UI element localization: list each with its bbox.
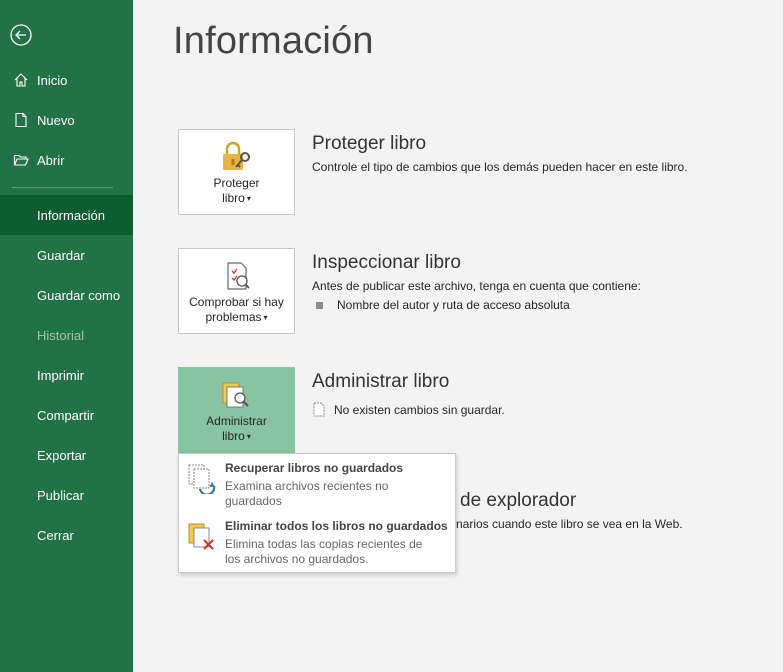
chevron-down-icon: ▾ [246,432,251,442]
nav-exportar[interactable]: Exportar [0,435,133,475]
open-folder-icon [12,151,30,169]
recover-unsaved-title: Recuperar libros no guardados [225,461,404,475]
nav-nuevo[interactable]: Nuevo [0,100,133,140]
delete-unsaved-title: Eliminar todos los libros no guardados [225,519,448,533]
protect-section-desc: Controle el tipo de cambios que los demá… [312,160,688,174]
protect-section-title: Proteger libro [312,133,427,154]
manage-workbook-icon [217,378,257,412]
nav-informacion[interactable]: Información [0,195,133,235]
check-issues-label: Comprobar si hay problemas ▾ [189,295,284,324]
page-title: Información [173,20,374,62]
new-document-icon [12,111,30,129]
nav-cerrar[interactable]: Cerrar [0,515,133,555]
home-icon [12,71,30,89]
protect-workbook-button[interactable]: Proteger libro ▾ [178,129,295,215]
manage-workbook-label: Administrar libro ▾ [206,414,267,443]
chevron-down-icon: ▾ [263,313,268,323]
protect-workbook-label: Proteger libro ▾ [213,176,260,205]
backstage-sidebar: Inicio Nuevo Abrir Información Guardar G… [0,0,133,672]
nav-historial: Historial [37,327,84,343]
nav-inicio[interactable]: Inicio [0,60,133,100]
manage-workbook-button[interactable]: Administrar libro ▾ [178,367,295,453]
lock-key-icon [217,140,257,174]
manage-section-title: Administrar libro [312,371,450,392]
document-icon [312,402,326,420]
back-button[interactable] [10,24,32,46]
check-issues-button[interactable]: Comprobar si hay problemas ▾ [178,248,295,334]
nav-abrir[interactable]: Abrir [0,140,133,180]
bullet-square-icon [316,302,323,310]
chevron-down-icon: ▾ [246,194,251,204]
nav-nuevo-label: Nuevo [37,112,75,128]
delete-documents-icon [186,520,218,552]
nav-imprimir[interactable]: Imprimir [0,355,133,395]
nav-guardar[interactable]: Guardar [0,235,133,275]
inspect-section-title: Inspeccionar libro [312,252,461,273]
delete-unsaved-desc: Elimina todas las copias recientes de lo… [225,537,423,566]
inspect-document-icon [217,259,257,293]
manage-section-desc: No existen cambios sin guardar. [312,402,505,420]
nav-compartir[interactable]: Compartir [0,395,133,435]
delete-unsaved-item[interactable]: Eliminar todos los libros no guardados E… [179,512,455,572]
recover-document-icon [186,462,218,496]
recover-unsaved-desc: Examina archivos recientes no guardados [225,479,389,508]
nav-separator [12,187,113,188]
recover-unsaved-item[interactable]: Recuperar libros no guardados Examina ar… [179,454,455,512]
browser-section-title: de explorador [460,490,577,511]
back-arrow-icon [10,24,32,46]
browser-section-desc: narios cuando este libro se vea en la We… [456,517,683,531]
inspect-section-desc: Antes de publicar este archivo, tenga en… [312,279,641,293]
manage-workbook-dropdown: Recuperar libros no guardados Examina ar… [178,453,456,573]
nav-inicio-label: Inicio [37,72,68,88]
inspect-bullet: Nombre del autor y ruta de acceso absolu… [312,298,570,312]
nav-guardar-como[interactable]: Guardar como [0,275,133,315]
nav-abrir-label: Abrir [37,152,65,168]
nav-publicar[interactable]: Publicar [0,475,133,515]
